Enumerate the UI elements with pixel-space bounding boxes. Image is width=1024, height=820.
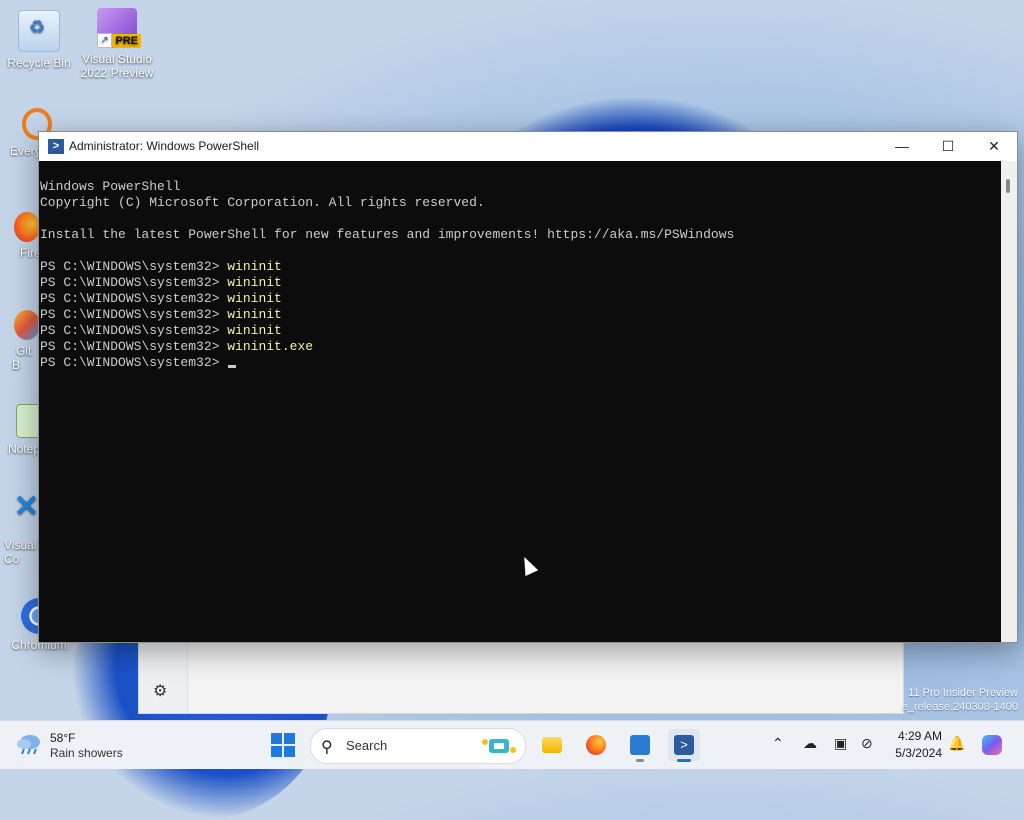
command-text: wininit [227, 275, 282, 290]
taskbar-powershell[interactable]: > [668, 729, 700, 762]
windows-logo-pane [271, 733, 282, 744]
running-indicator [636, 759, 644, 762]
shortcut-arrow-icon: ↗ [97, 33, 112, 48]
clock-time: 4:29 AM [897, 729, 942, 743]
rain-cloud-icon [17, 735, 40, 755]
vscode-icon: ✕ [14, 490, 40, 523]
terminal-line: Copyright (C) Microsoft Corporation. All… [40, 195, 485, 210]
prompt-line: PS C:\WINDOWS\system32> wininit [40, 259, 282, 274]
scrollbar-thumb[interactable] [1006, 179, 1010, 193]
task-manager-icon [630, 735, 650, 755]
pre-badge: PRE [112, 34, 141, 48]
desktop-icon-recycle-bin[interactable]: ♻ Recycle Bin [2, 10, 76, 70]
desktop-icon-label: Notep [8, 442, 41, 456]
desktop-icon-visual-studio-preview[interactable]: ↗ PRE Visual Studio 2022 Preview [80, 8, 154, 80]
firefox-icon [14, 212, 40, 242]
search-placeholder: Search [346, 738, 388, 753]
window-title: Administrator: Windows PowerShell [69, 139, 260, 153]
command-text: wininit [227, 291, 282, 306]
taskbar-file-explorer[interactable] [536, 729, 568, 761]
search-highlight-icon [482, 739, 516, 753]
title-bar[interactable]: > Administrator: Windows PowerShell — ☐ … [39, 132, 1017, 161]
background-settings-window[interactable]: ⚙ [138, 640, 904, 714]
taskbar: 58°F Rain showers ⚲ Search > ⌃ ☁ ▣ ⊘ 4:2… [0, 720, 1024, 769]
minimize-button[interactable]: — [879, 132, 925, 161]
settings-sidebar [139, 641, 188, 713]
prompt-line: PS C:\WINDOWS\system32> wininit [40, 291, 282, 306]
desktop-icon-notepad[interactable]: Notep [6, 404, 42, 456]
firefox-icon [586, 735, 606, 755]
close-button[interactable]: ✕ [971, 132, 1017, 161]
gear-icon[interactable]: ⚙ [153, 681, 167, 701]
command-text: wininit [227, 259, 282, 274]
desktop-icon-visual-studio-code[interactable]: ✕ Visual Co [4, 490, 42, 567]
desktop-icon-label: Fire [20, 246, 41, 260]
display-settings-icon[interactable]: ▣ [834, 735, 847, 752]
clock-date: 5/3/2024 [895, 746, 942, 760]
os-watermark: 11 Pro Insider Preview e_release.240308-… [901, 687, 1018, 713]
active-prompt-line[interactable]: PS C:\WINDOWS\system32> [40, 355, 1001, 371]
active-indicator [677, 759, 691, 762]
prompt-line: PS C:\WINDOWS\system32> wininit.exe [40, 339, 314, 354]
powershell-icon: > [674, 735, 694, 755]
start-button[interactable] [271, 733, 295, 757]
weather-condition: Rain showers [50, 746, 123, 760]
folder-icon [542, 737, 562, 753]
command-text: wininit [227, 323, 282, 338]
desktop-icon-label: Recycle Bin [7, 56, 71, 70]
copilot-button[interactable] [976, 729, 1008, 761]
copilot-icon [982, 735, 1002, 755]
terminal-output[interactable]: Windows PowerShell Copyright (C) Microsof… [39, 161, 1001, 642]
command-text: wininit.exe [227, 339, 314, 354]
command-text: wininit [227, 307, 282, 322]
taskbar-task-manager[interactable] [624, 729, 656, 762]
recycle-bin-icon: ♻ [18, 10, 60, 52]
powershell-icon: > [48, 139, 64, 154]
notification-bell-icon[interactable]: 🔔 [948, 735, 965, 752]
terminal-line: Windows PowerShell [40, 179, 181, 194]
prompt-line: PS C:\WINDOWS\system32> wininit [40, 275, 282, 290]
desktop-icon-label: Visual Co [4, 538, 37, 566]
desktop-icon-label: Git B [12, 344, 32, 372]
taskbar-search-box[interactable]: ⚲ Search [310, 728, 526, 764]
desktop-icon-label: Visual Studio 2022 Preview [80, 52, 154, 80]
visual-studio-icon: ↗ PRE [97, 8, 141, 48]
terminal-line: Install the latest PowerShell for new fe… [40, 227, 735, 242]
show-hidden-icons-chevron-up-icon[interactable]: ⌃ [772, 735, 784, 752]
weather-temperature: 58°F [50, 731, 76, 745]
desktop-icon-everything[interactable]: Every [2, 108, 52, 158]
network-icon[interactable]: ⊘ [861, 735, 873, 752]
prompt-line: PS C:\WINDOWS\system32> wininit [40, 307, 282, 322]
prompt-line: PS C:\WINDOWS\system32> wininit [40, 323, 282, 338]
desktop-icon-label: Every [10, 144, 41, 158]
onedrive-offline-icon[interactable]: ☁ [803, 735, 817, 752]
maximize-button[interactable]: ☐ [925, 132, 971, 161]
system-clock[interactable]: 4:29 AM 5/3/2024 [882, 728, 942, 762]
vertical-scrollbar[interactable] [1001, 161, 1017, 642]
windows-logo-pane [271, 746, 282, 757]
windows-logo-pane [284, 746, 295, 757]
windows-logo-pane [284, 733, 295, 744]
search-icon: ⚲ [321, 739, 333, 756]
git-bash-icon [14, 310, 40, 340]
taskbar-firefox[interactable] [580, 729, 612, 761]
text-cursor [228, 365, 237, 368]
